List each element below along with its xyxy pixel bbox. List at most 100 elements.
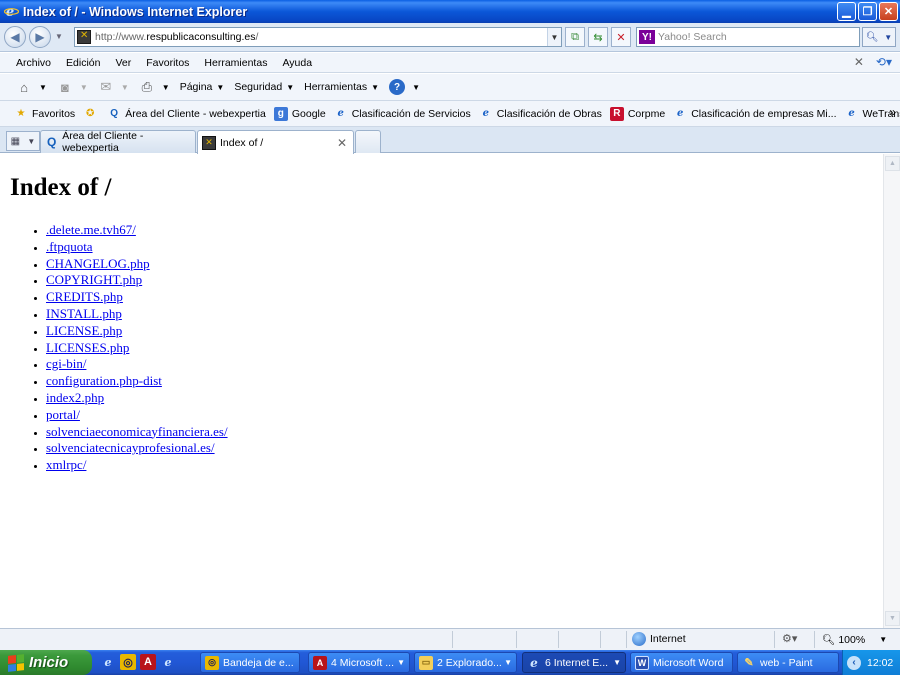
start-button[interactable]: Inicio [0,650,92,675]
vertical-scrollbar[interactable]: ▲ ▼ [883,154,900,628]
stop-button[interactable]: ✕ [611,27,631,47]
mail-icon: ✉ [100,79,112,94]
directory-link[interactable]: LICENSE.php [46,323,122,338]
favorite-link-corpme[interactable]: R Corpme [609,106,665,121]
home-button[interactable]: ⌂ ▼ [16,79,47,95]
directory-link[interactable]: LICENSES.php [46,340,129,355]
directory-link[interactable]: COPYRIGHT.php [46,272,142,287]
quick-tabs-button[interactable]: ▦ ▼ [6,131,40,151]
tab-area-del-cliente[interactable]: Q Área del Cliente - webexpertia [40,130,196,154]
zoom-control[interactable]: 🔍︎ 100% ▼ [822,633,887,647]
more-favorites-chevron-icon[interactable]: » [889,105,896,119]
clock[interactable]: 12:02 [867,657,893,669]
system-tray: ‹ 12:02 [842,650,900,675]
zoom-dropdown-icon[interactable]: ▼ [879,635,887,644]
directory-link[interactable]: CREDITS.php [46,289,123,304]
print-button[interactable]: ⎙ ▼ [139,79,170,95]
ie-quicklaunch-icon-2[interactable]: e [160,654,176,670]
feeds-button[interactable]: ◙ ▼ [57,79,88,95]
menu-archivo[interactable]: Archivo [16,57,51,69]
directory-link[interactable]: CHANGELOG.php [46,256,150,271]
directory-link[interactable]: INSTALL.php [46,306,122,321]
directory-link[interactable]: cgi-bin/ [46,356,86,371]
tools-menu-button[interactable]: Herramientas ▼ [304,81,379,93]
directory-link[interactable]: index2.php [46,390,104,405]
search-box[interactable]: Y! Yahoo! Search [636,27,860,47]
directory-link[interactable]: .delete.me.tvh67/ [46,222,136,237]
tab-list-dropdown[interactable]: ▼ [27,137,35,146]
taskbar-button-paint[interactable]: ✎ web - Paint [737,652,839,673]
directory-link[interactable]: portal/ [46,407,80,422]
ie-page-icon: e [677,108,684,119]
directory-link[interactable]: configuration.php-dist [46,373,162,388]
minimize-button[interactable]: ▁ [837,2,856,21]
windows-flag-icon [8,653,24,672]
new-tab-button[interactable] [355,130,381,153]
ie-quicklaunch-icon[interactable]: e [100,654,116,670]
scroll-up-button[interactable]: ▲ [885,156,900,171]
favorite-link-clasificacion-empresas[interactable]: e Clasificación de empresas Mi... [673,107,837,121]
star-icon: ★ [16,108,26,119]
word-icon: W [635,655,649,670]
page-menu-button[interactable]: Página ▼ [180,81,225,93]
forward-button[interactable]: ▶ [29,26,51,48]
tab-index-of[interactable]: ✕ Index of / ✕ [197,130,354,154]
taskbar-button-bandeja[interactable]: ◎ Bandeja de e... [200,652,300,673]
printer-icon: ⎙ [141,79,152,94]
search-options-dropdown[interactable]: ▼ [884,33,892,42]
window-titlebar[interactable]: e Index of / - Windows Internet Explorer… [0,0,900,23]
list-item: CHANGELOG.php [46,256,883,273]
site-favicon [77,30,91,44]
help-menu-button[interactable]: ? ▼ [389,79,420,95]
menu-favoritos[interactable]: Favoritos [146,57,189,69]
directory-link[interactable]: .ftpquota [46,239,93,254]
outlook-icon: ◎ [205,655,219,670]
address-dropdown-button[interactable]: ▼ [547,28,561,46]
back-button[interactable]: ◀ [4,26,26,48]
add-to-favorites-bar-button[interactable]: ✪ [83,107,101,121]
stop-icon: ✕ [616,31,626,44]
directory-link[interactable]: solvenciatecnicayprofesional.es/ [46,440,215,455]
favorite-link-clasificacion-servicios[interactable]: e Clasificación de Servicios [334,107,471,121]
read-mail-button[interactable]: ✉ ▼ [98,79,128,95]
compatibility-view-button[interactable]: ⧉ [565,27,585,47]
close-toolbar-icon[interactable]: ✕ [854,55,864,69]
recent-pages-dropdown[interactable]: ▼ [55,32,63,41]
favorite-link-google[interactable]: g Google [273,106,326,121]
safety-menu-button[interactable]: Seguridad ▼ [234,81,294,93]
address-bar[interactable]: http://www.respublicaconsulting.es/ ▼ [74,27,562,47]
taskbar-button-microsoft[interactable]: A4 Microsoft ... ▼ [308,652,410,673]
tray-expand-icon[interactable]: ‹ [847,655,861,670]
directory-link[interactable]: xmlrpc/ [46,457,86,472]
favorite-link-clasificacion-obras[interactable]: e Clasificación de Obras [479,107,602,121]
menu-ayuda[interactable]: Ayuda [282,57,312,69]
maximize-button[interactable]: ❐ [858,2,877,21]
favorites-center-button[interactable]: ★ Favoritos [14,107,76,121]
close-tab-icon[interactable]: ✕ [337,136,347,150]
close-window-button[interactable]: ✕ [879,2,898,21]
command-bar: ⌂ ▼ ◙ ▼ ✉ ▼ ⎙ ▼ Página ▼ Seguridad ▼ Herramien… [0,74,900,101]
favorite-link-area-cliente[interactable]: Q Área del Cliente - webexpertia [107,107,266,121]
toolbar-addon-icon[interactable]: ⟲▾ [876,55,892,69]
menu-herramientas[interactable]: Herramientas [204,57,267,69]
protected-mode-icon[interactable]: ⚙︎▾ [782,632,797,645]
list-item: configuration.php-dist [46,373,883,390]
list-item: .ftpquota [46,239,883,256]
scroll-down-button[interactable]: ▼ [885,611,900,626]
outlook-quicklaunch-icon[interactable]: ◎ [120,654,136,670]
taskbar-button-word[interactable]: W Microsoft Word [630,652,733,673]
refresh-button[interactable]: ⇆ [588,27,608,47]
menu-ver[interactable]: Ver [115,57,131,69]
menu-edicion[interactable]: Edición [66,57,100,69]
url-text[interactable]: http://www.respublicaconsulting.es/ [95,31,258,43]
taskbar-button-explorador[interactable]: ▭ 2 Explorado... ▼ [414,652,517,673]
ie-page-icon: e [482,108,489,119]
acrobat-quicklaunch-icon[interactable]: A [140,654,156,670]
page-heading: Index of / [10,174,112,201]
forward-arrow-icon: ▶ [35,30,45,44]
taskbar-button-internet-explorer[interactable]: e6 Internet E... ▼ [522,652,626,673]
security-zone[interactable]: Internet [632,632,686,646]
q-icon: Q [46,135,57,149]
directory-link[interactable]: solvenciaeconomicayfinanciera.es/ [46,424,228,439]
search-button[interactable]: 🔍︎ ▼ [862,27,896,47]
